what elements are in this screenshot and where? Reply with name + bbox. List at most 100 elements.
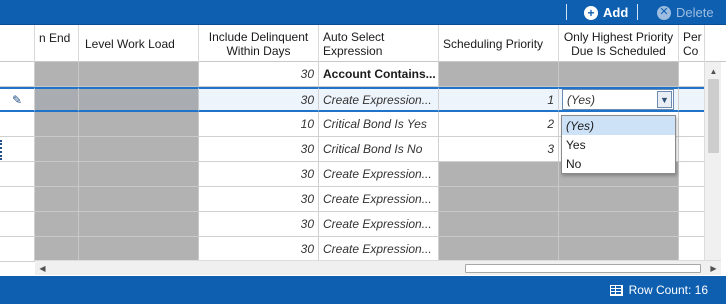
- column-header-include-delinquent[interactable]: Include Delinquent Within Days: [199, 25, 319, 62]
- level-work-load-cell: [79, 212, 199, 237]
- column-header-label: n End: [39, 30, 71, 45]
- level-work-load-cell: [79, 62, 199, 87]
- expression-cell[interactable]: Critical Bond Is Yes: [319, 112, 439, 137]
- per-co-cell[interactable]: [679, 162, 705, 187]
- dropdown-option[interactable]: (Yes): [562, 116, 675, 135]
- delete-button[interactable]: ✕ Delete: [657, 3, 714, 22]
- scheduling-priority-cell[interactable]: 1: [439, 87, 559, 112]
- level-work-load-cell: [79, 112, 199, 137]
- per-co-cell[interactable]: [679, 62, 705, 87]
- level-work-load-cell: [79, 137, 199, 162]
- vertical-scrollbar[interactable]: ▲ ▼: [704, 62, 721, 275]
- dropdown-option[interactable]: No: [562, 154, 675, 173]
- column-header-auto-select-expression[interactable]: Auto Select Expression: [319, 25, 439, 62]
- row-indicator-cell[interactable]: [0, 137, 35, 162]
- per-co-cell[interactable]: [679, 212, 705, 237]
- scroll-up-arrow-icon[interactable]: ▲: [705, 64, 722, 78]
- row-indicator-header: [0, 25, 35, 62]
- per-co-cell[interactable]: [679, 187, 705, 212]
- horizontal-scroll-thumb[interactable]: [465, 264, 701, 273]
- expression-cell[interactable]: Critical Bond Is No: [319, 137, 439, 162]
- toolbar-separator: [637, 4, 638, 20]
- end-cell: [35, 62, 79, 87]
- end-cell: [35, 112, 79, 137]
- scheduling-priority-cell: [439, 162, 559, 187]
- per-co-cell[interactable]: [679, 137, 705, 162]
- delinquent-days-cell[interactable]: 30: [199, 162, 319, 187]
- column-header-label: Auto Select Expression: [323, 29, 385, 58]
- vertical-scroll-thumb[interactable]: [708, 79, 719, 153]
- highest-priority-cell: [559, 62, 679, 87]
- add-button-label: Add: [603, 5, 629, 20]
- column-header-level-work-load[interactable]: Level Work Load: [79, 25, 199, 62]
- scroll-right-arrow-icon[interactable]: ▶: [706, 261, 721, 275]
- grid-panel: + Add ✕ Delete n End Level Work Load Inc…: [0, 0, 726, 304]
- expression-cell[interactable]: Create Expression...: [319, 187, 439, 212]
- column-header-per-co[interactable]: Per Co: [679, 25, 705, 62]
- highest-priority-cell: [559, 212, 679, 237]
- end-cell: [35, 212, 79, 237]
- column-header-scheduling-priority[interactable]: Scheduling Priority: [439, 25, 559, 62]
- delinquent-days-cell[interactable]: 10: [199, 112, 319, 137]
- per-co-cell[interactable]: [679, 87, 705, 112]
- add-icon: +: [584, 5, 598, 20]
- table-row[interactable]: 30 Create Expression...: [0, 237, 726, 262]
- column-header-label: Per Co: [683, 29, 702, 58]
- row-indicator-cell[interactable]: [0, 237, 35, 262]
- row-indicator-cell[interactable]: [0, 212, 35, 237]
- toolbar-separator: [566, 4, 567, 20]
- end-cell: [35, 137, 79, 162]
- column-header-end[interactable]: n End: [35, 25, 79, 62]
- row-count-grid-icon: [609, 284, 623, 296]
- table-row[interactable]: 30 Create Expression...: [0, 187, 726, 212]
- delinquent-days-cell[interactable]: 30: [199, 212, 319, 237]
- column-header-only-highest-priority[interactable]: Only Highest Priority Due Is Scheduled: [559, 25, 679, 62]
- row-count-label: Row Count: 16: [628, 283, 708, 297]
- combobox-value: (Yes): [567, 92, 596, 107]
- expression-cell[interactable]: Create Expression...: [319, 162, 439, 187]
- scheduling-priority-cell: [439, 212, 559, 237]
- per-co-cell[interactable]: [679, 112, 705, 137]
- row-indicator-cell[interactable]: ✎: [0, 87, 35, 112]
- level-work-load-cell: [79, 237, 199, 262]
- scroll-left-arrow-icon[interactable]: ◀: [35, 261, 50, 275]
- level-work-load-cell: [79, 87, 199, 112]
- left-edge-indicator: [0, 140, 2, 160]
- level-work-load-cell: [79, 187, 199, 212]
- scheduling-priority-cell[interactable]: 3: [439, 137, 559, 162]
- end-cell: [35, 237, 79, 262]
- expression-cell[interactable]: Create Expression...: [319, 212, 439, 237]
- delinquent-days-cell[interactable]: 30: [199, 87, 319, 112]
- per-co-cell[interactable]: [679, 237, 705, 262]
- dropdown-chevron-icon[interactable]: ▼: [657, 91, 672, 108]
- highest-priority-cell: [559, 187, 679, 212]
- expression-cell[interactable]: Create Expression...: [319, 87, 439, 112]
- dropdown-option[interactable]: Yes: [562, 135, 675, 154]
- delinquent-days-cell[interactable]: 30: [199, 62, 319, 87]
- highest-priority-combobox[interactable]: (Yes) ▼: [562, 89, 674, 110]
- delinquent-days-cell[interactable]: 30: [199, 187, 319, 212]
- row-indicator-cell[interactable]: [0, 112, 35, 137]
- horizontal-scrollbar[interactable]: ◀ ▶: [35, 260, 721, 275]
- table-row[interactable]: 30 Create Expression...: [0, 212, 726, 237]
- highest-priority-dropdown-list: (Yes) Yes No: [561, 115, 676, 174]
- column-header-label: Scheduling Priority: [443, 36, 544, 51]
- add-button[interactable]: + Add: [584, 3, 628, 22]
- delete-icon: ✕: [657, 5, 671, 20]
- expression-cell[interactable]: Account Contains...: [319, 62, 439, 87]
- level-work-load-cell: [79, 162, 199, 187]
- delinquent-days-cell[interactable]: 30: [199, 237, 319, 262]
- scheduling-priority-cell: [439, 187, 559, 212]
- delinquent-days-cell[interactable]: 30: [199, 137, 319, 162]
- row-indicator-cell[interactable]: [0, 62, 35, 87]
- table-row[interactable]: 30 Account Contains...: [0, 62, 726, 87]
- expression-cell[interactable]: Create Expression...: [319, 237, 439, 262]
- scheduling-priority-cell: [439, 62, 559, 87]
- toolbar: + Add ✕ Delete: [0, 0, 726, 25]
- end-cell: [35, 187, 79, 212]
- row-indicator-cell[interactable]: [0, 187, 35, 212]
- column-header-label: Level Work Load: [85, 36, 175, 51]
- row-indicator-cell[interactable]: [0, 162, 35, 187]
- scheduling-priority-cell[interactable]: 2: [439, 112, 559, 137]
- highest-priority-cell: [559, 237, 679, 262]
